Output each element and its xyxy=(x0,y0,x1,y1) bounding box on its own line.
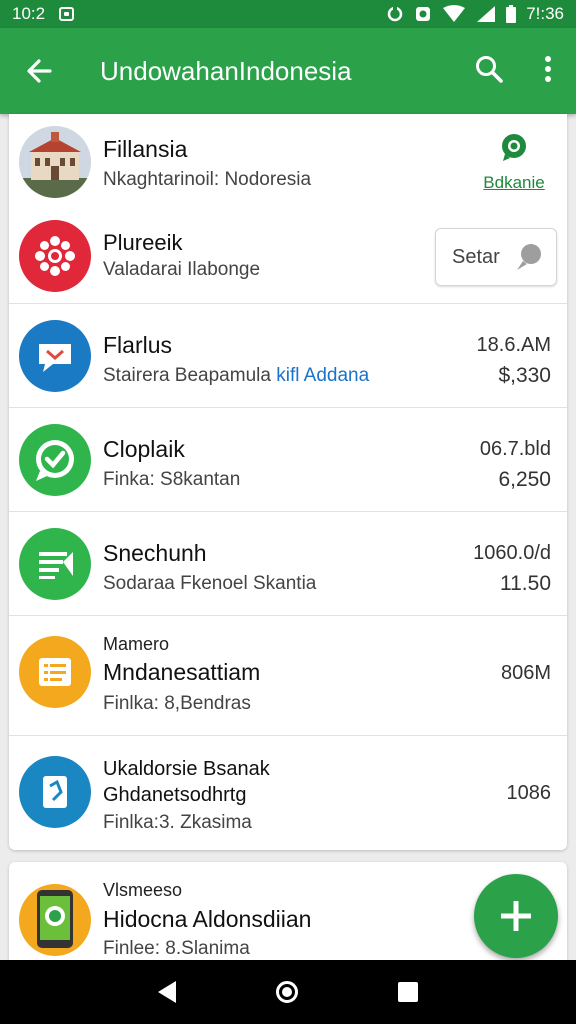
item-title: Mndanesattiam xyxy=(103,659,261,685)
alarm-icon xyxy=(416,7,431,21)
nav-back-icon[interactable] xyxy=(158,981,176,1003)
item-time: 1086 xyxy=(506,782,552,804)
search-bubble-icon xyxy=(517,244,541,270)
wifi-icon xyxy=(443,5,466,22)
status-bar: 10:2 7!:36 xyxy=(0,0,576,28)
chat-avatar xyxy=(19,320,91,392)
item-time: 18.6.AM xyxy=(476,334,551,356)
item-subtitle: Stairera Beapamula kifl Addana xyxy=(103,365,370,386)
arrow-back-icon xyxy=(27,59,52,83)
item-title: Plureeik xyxy=(103,230,183,255)
nav-home-icon[interactable] xyxy=(276,981,298,1003)
item-subtitle: Finlka: 8,Bendras xyxy=(103,693,251,714)
item-amount: 6,250 xyxy=(498,468,551,491)
item-subtitle: Finlka:3. Zkasima xyxy=(103,812,252,833)
item-subtitle: Finlee: 8.Slanima xyxy=(103,938,250,959)
app-avatar xyxy=(19,756,91,828)
sync-icon xyxy=(387,6,403,22)
note-avatar xyxy=(19,636,91,708)
flower-avatar xyxy=(19,220,91,292)
status-clock: 7!:36 xyxy=(526,4,564,23)
item-title: Cloplaik xyxy=(103,436,185,462)
status-time: 10:2 xyxy=(12,4,46,23)
item-subtitle: Nkaghtarinoil: Nodoresia xyxy=(103,169,312,190)
overflow-menu-button[interactable] xyxy=(544,55,552,88)
item-amount: $,330 xyxy=(498,364,551,387)
document-list-icon xyxy=(39,552,73,579)
item-title: Fillansia xyxy=(103,136,188,162)
battery-icon xyxy=(506,5,517,23)
list-item[interactable]: Flarlus Stairera Beapamula kifl Addana 1… xyxy=(9,304,567,408)
whatsapp-action-label: Bdkanie xyxy=(483,173,545,192)
search-button[interactable] xyxy=(474,54,504,89)
notification-icon xyxy=(59,7,75,21)
building-avatar xyxy=(19,126,91,198)
whatsapp-action[interactable]: Bdkanie xyxy=(479,132,549,193)
list-item[interactable]: Fillansia Nkaghtarinoil: Nodoresia Bdkan… xyxy=(9,114,567,304)
whatsapp-icon xyxy=(502,134,526,161)
whatsapp-check-icon xyxy=(36,440,74,481)
chat-bubble-icon xyxy=(39,344,71,372)
note-icon xyxy=(39,658,71,686)
setar-button-label: Setar xyxy=(452,245,500,268)
back-button[interactable] xyxy=(24,56,54,86)
item-title: Hidocna Aldonsdiian xyxy=(103,906,312,932)
chat-list-card: Fillansia Nkaghtarinoil: Nodoresia Bdkan… xyxy=(9,114,567,850)
item-subtitle: Finka: S8kantan xyxy=(103,469,241,490)
phone-app-icon xyxy=(37,890,73,948)
whatsapp-avatar xyxy=(19,424,91,496)
app-bar: UndowahanIndonesia xyxy=(0,28,576,114)
flower-icon xyxy=(35,236,75,276)
nav-recents-icon[interactable] xyxy=(398,982,418,1002)
add-fab-button[interactable] xyxy=(474,874,558,958)
system-nav-bar xyxy=(0,960,576,1024)
item-subtitle: Sodaraa Fkenoel Skantia xyxy=(103,573,317,594)
item-title-secondary: Ghdanetsodhrtg xyxy=(103,784,247,806)
item-link[interactable]: kifl Addana xyxy=(276,365,369,386)
item-time: 06.7.bld xyxy=(479,438,551,460)
plus-icon xyxy=(501,901,531,931)
building-photo-icon xyxy=(19,126,91,198)
phone-avatar xyxy=(19,884,91,956)
item-time: 806M xyxy=(500,662,551,684)
search-icon xyxy=(476,55,503,83)
tablet-icon xyxy=(43,776,67,808)
item-overline: Vlsmeeso xyxy=(103,880,183,900)
setar-button[interactable]: Setar xyxy=(435,228,557,286)
list-item[interactable]: Ukaldorsie Bsanak Ghdanetsodhrtg Finlka:… xyxy=(9,736,567,850)
list-item[interactable]: Snechunh Sodaraa Fkenoel Skantia 1060.0/… xyxy=(9,512,567,616)
item-time: 1060.0/d xyxy=(473,542,551,564)
item-title: Flarlus xyxy=(103,332,173,358)
list-avatar xyxy=(19,528,91,600)
list-item[interactable]: Cloplaik Finka: S8kantan 06.7.bld 6,250 xyxy=(9,408,567,512)
item-amount: 11.50 xyxy=(500,572,551,595)
item-subtitle: Valadarai Ilabonge xyxy=(103,259,261,280)
item-title: Ukaldorsie Bsanak xyxy=(103,758,270,780)
item-overline: Mamero xyxy=(103,634,170,654)
app-title: UndowahanIndonesia xyxy=(100,55,352,86)
item-title: Snechunh xyxy=(103,540,207,566)
list-item[interactable]: Mamero Mndanesattiam Finlka: 8,Bendras 8… xyxy=(9,616,567,736)
signal-icon xyxy=(477,6,496,22)
more-vert-icon xyxy=(545,55,551,82)
